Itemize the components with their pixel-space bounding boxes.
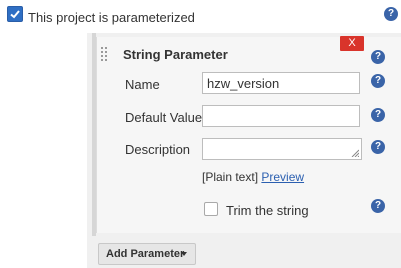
description-textarea[interactable] bbox=[202, 138, 362, 160]
help-icon[interactable]: ? bbox=[371, 199, 385, 213]
default-value-label: Default Value bbox=[125, 110, 203, 125]
drag-handle-icon[interactable] bbox=[101, 47, 107, 61]
resize-icon[interactable] bbox=[351, 149, 359, 157]
parameter-title: String Parameter bbox=[123, 47, 228, 62]
markup-format-text: [Plain text] Preview bbox=[202, 170, 304, 184]
description-label: Description bbox=[125, 142, 191, 157]
trim-string-checkbox[interactable] bbox=[204, 202, 218, 216]
name-input[interactable] bbox=[202, 72, 360, 94]
name-label: Name bbox=[125, 77, 160, 92]
plain-text-label: [Plain text] bbox=[202, 170, 259, 184]
help-icon[interactable]: ? bbox=[371, 50, 385, 64]
preview-link[interactable]: Preview bbox=[261, 170, 304, 184]
help-icon[interactable]: ? bbox=[384, 7, 398, 21]
help-icon[interactable]: ? bbox=[371, 108, 385, 122]
add-parameter-label: Add Parameter bbox=[106, 248, 185, 260]
chevron-down-icon bbox=[181, 252, 187, 256]
parameterized-row: This project is parameterized ? bbox=[0, 0, 401, 32]
delete-parameter-button[interactable]: X bbox=[340, 36, 364, 51]
help-icon[interactable]: ? bbox=[371, 74, 385, 88]
trim-string-label: Trim the string bbox=[226, 203, 309, 218]
parameterized-label: This project is parameterized bbox=[28, 10, 195, 25]
textarea-underline bbox=[272, 159, 292, 160]
add-parameter-button[interactable]: Add Parameter bbox=[98, 243, 196, 265]
help-icon[interactable]: ? bbox=[371, 140, 385, 154]
default-value-input[interactable] bbox=[202, 105, 360, 127]
checkmark-icon bbox=[10, 10, 20, 19]
parameterized-checkbox[interactable] bbox=[7, 6, 23, 22]
